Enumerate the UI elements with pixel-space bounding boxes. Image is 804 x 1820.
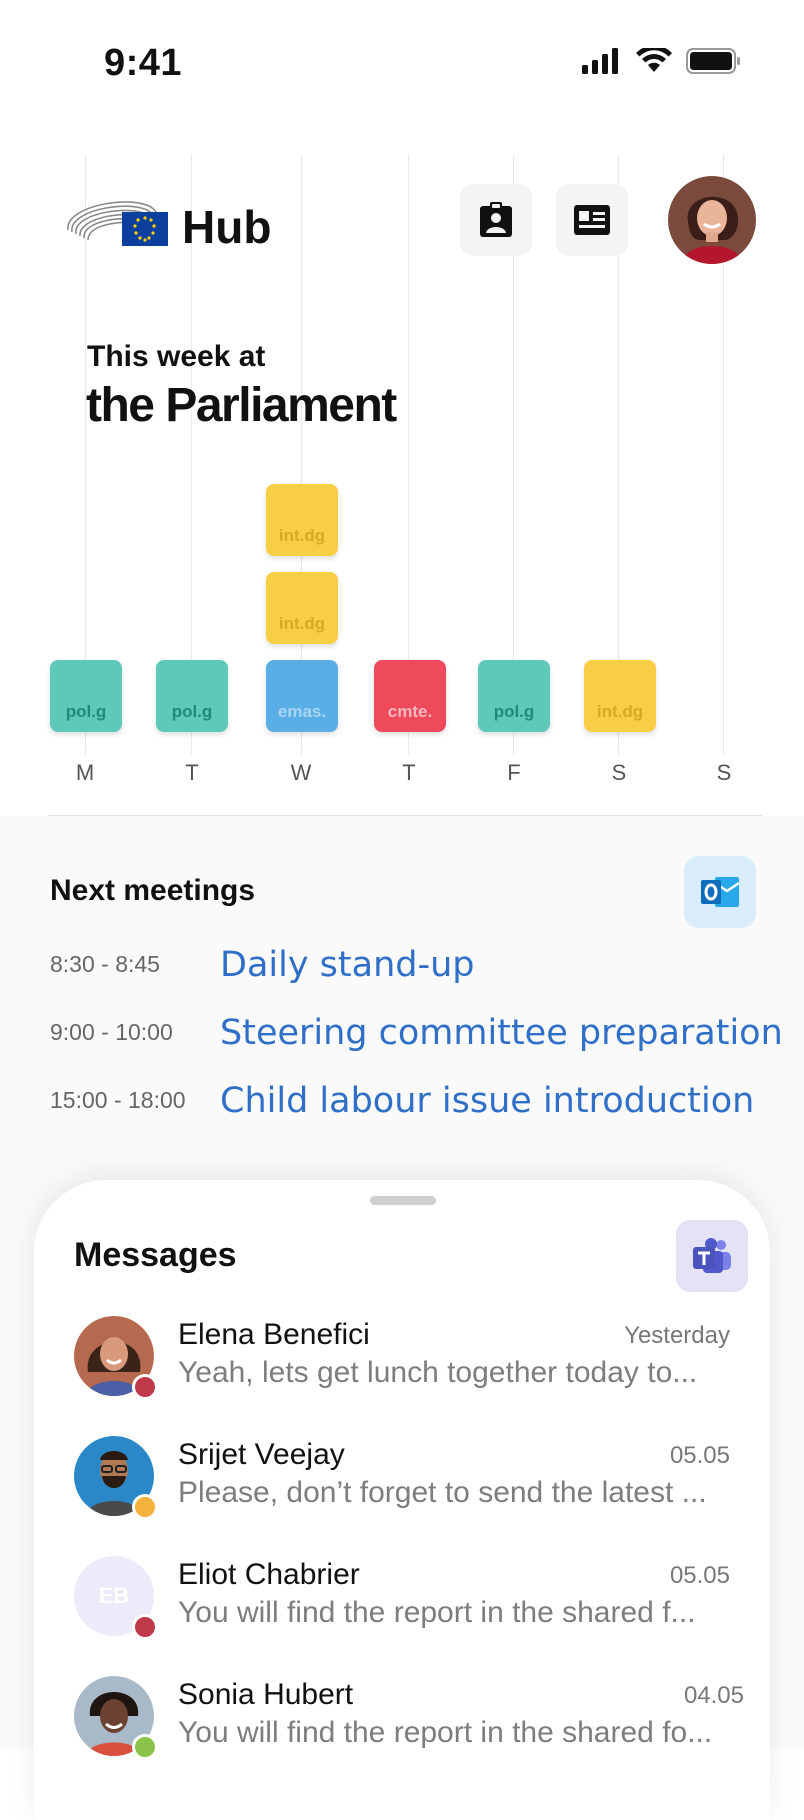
message-sender: Sonia Hubert — [178, 1678, 354, 1711]
message-sender: Elena Benefici — [178, 1318, 370, 1351]
status-icons — [582, 48, 742, 74]
parliament-logo — [67, 201, 168, 246]
messages-title: Messages — [74, 1236, 237, 1274]
avatar[interactable]: EB — [74, 1556, 158, 1640]
contact-badge-icon — [480, 202, 512, 237]
message-time: Yesterday — [624, 1322, 730, 1349]
presence-indicator — [132, 1494, 158, 1520]
hero-subtitle: This week at — [87, 340, 266, 373]
event-block-sat[interactable]: int.dg — [584, 660, 656, 732]
status-bar: 9:41 — [0, 0, 804, 130]
presence-indicator — [132, 1734, 158, 1760]
hero-title: the Parliament — [86, 379, 397, 432]
news-button[interactable] — [556, 184, 628, 256]
event-block-wed-3[interactable]: int.dg — [266, 484, 338, 556]
message-sender: Eliot Chabrier — [178, 1558, 360, 1591]
day-label-thu: T — [402, 760, 416, 785]
presence-indicator — [132, 1374, 158, 1400]
event-block-tue[interactable]: pol.g — [156, 660, 228, 732]
brand-title: Hub — [182, 201, 272, 253]
day-label-fri: F — [507, 760, 521, 785]
teams-icon — [693, 1238, 731, 1273]
message-preview: Please, don’t forget to send the latest … — [178, 1476, 707, 1509]
meeting-time: 9:00 - 10:00 — [50, 1019, 173, 1045]
day-label-tue: T — [185, 760, 199, 785]
status-time: 9:41 — [104, 42, 183, 84]
wifi-icon — [636, 48, 672, 72]
avatar[interactable] — [74, 1316, 158, 1400]
message-preview: You will find the report in the shared f… — [178, 1596, 696, 1629]
event-block-thu[interactable]: cmte. — [374, 660, 446, 732]
sheet-drag-handle[interactable] — [370, 1196, 436, 1205]
meetings-title: Next meetings — [50, 874, 256, 907]
day-label-sat: S — [611, 760, 627, 785]
meeting-link[interactable]: Steering committee preparation — [220, 1013, 783, 1053]
event-block-fri[interactable]: pol.g — [478, 660, 550, 732]
avatar[interactable] — [74, 1676, 158, 1760]
meeting-link[interactable]: Daily stand-up — [220, 945, 475, 985]
news-icon — [574, 205, 610, 235]
message-time: 05.05 — [669, 1442, 730, 1469]
message-time: 04.05 — [683, 1682, 744, 1709]
event-block-wed-2[interactable]: int.dg — [266, 572, 338, 644]
profile-avatar[interactable] — [668, 176, 756, 264]
message-preview: You will find the report in the shared f… — [178, 1716, 713, 1749]
contacts-button[interactable] — [460, 184, 532, 256]
meeting-link[interactable]: Child labour issue introduction — [220, 1081, 754, 1121]
day-label-wed: W — [290, 760, 312, 785]
event-block-wed-1[interactable]: emas. — [266, 660, 338, 732]
day-label-mon: M — [75, 760, 95, 785]
meeting-time: 8:30 - 8:45 — [50, 951, 160, 977]
signal-icon — [582, 48, 618, 74]
day-label-sun: S — [716, 760, 732, 785]
message-time: 05.05 — [669, 1562, 730, 1589]
avatar[interactable] — [74, 1436, 158, 1520]
outlook-button[interactable] — [684, 856, 756, 928]
presence-indicator — [132, 1614, 158, 1640]
message-preview: Yeah, lets get lunch together today to..… — [178, 1356, 698, 1389]
outlook-icon — [701, 877, 740, 907]
battery-icon — [686, 48, 740, 74]
profile-photo — [668, 176, 756, 264]
message-sender: Srijet Veejay — [178, 1438, 345, 1471]
teams-button[interactable] — [676, 1220, 748, 1292]
event-block-mon[interactable]: pol.g — [50, 660, 122, 732]
avatar-initials: EB — [98, 1583, 130, 1608]
meeting-time: 15:00 - 18:00 — [50, 1087, 186, 1113]
